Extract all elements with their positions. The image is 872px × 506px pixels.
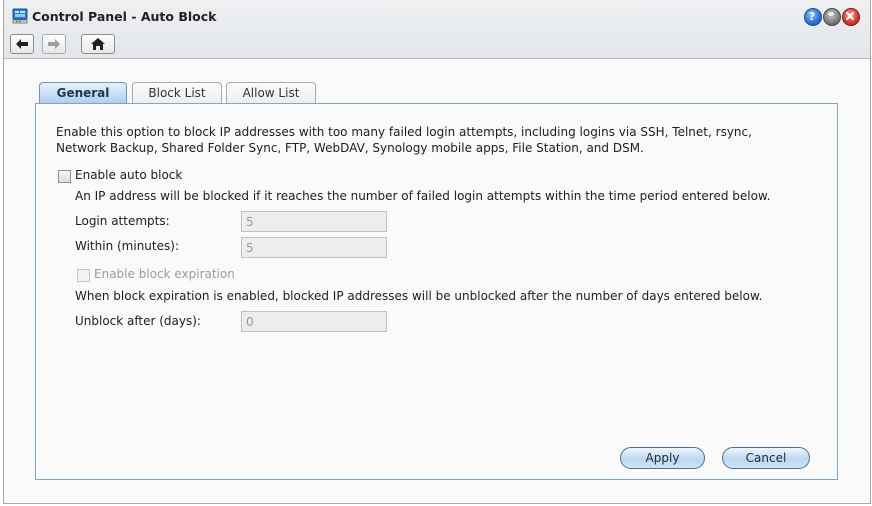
enable-auto-block-checkbox[interactable]	[58, 170, 71, 183]
login-attempts-label: Login attempts:	[75, 214, 170, 228]
window-title: Control Panel - Auto Block	[32, 9, 217, 24]
enable-block-expiration-label[interactable]: Enable block expiration	[94, 267, 235, 281]
unblock-after-days-input[interactable]	[241, 311, 387, 332]
expiration-hint: When block expiration is enabled, blocke…	[75, 289, 763, 303]
arrow-right-icon	[47, 38, 61, 50]
control-panel-icon	[12, 8, 28, 24]
tab-block-list[interactable]: Block List	[132, 82, 222, 104]
minimize-icon[interactable]	[823, 8, 841, 26]
cancel-button[interactable]: Cancel	[722, 447, 810, 469]
within-minutes-input[interactable]	[241, 237, 387, 258]
unblock-after-days-label: Unblock after (days):	[75, 314, 201, 328]
enable-block-expiration-checkbox[interactable]	[77, 269, 90, 282]
general-panel: Enable this option to block IP addresses…	[35, 103, 838, 480]
forward-button[interactable]	[42, 34, 66, 54]
close-icon[interactable]	[842, 8, 860, 26]
help-icon[interactable]: ?	[804, 8, 822, 26]
tab-general[interactable]: General	[39, 82, 127, 105]
enable-auto-block-label[interactable]: Enable auto block	[75, 168, 182, 182]
login-attempts-input[interactable]	[241, 211, 387, 232]
apply-button[interactable]: Apply	[620, 447, 705, 469]
within-minutes-label: Within (minutes):	[75, 239, 179, 253]
back-button[interactable]	[10, 34, 34, 54]
home-icon	[90, 37, 106, 51]
description-line-2: Network Backup, Shared Folder Sync, FTP,…	[56, 141, 644, 155]
title-bar: Control Panel - Auto Block ?	[4, 0, 870, 59]
control-panel-window: Control Panel - Auto Block ? General Blo…	[3, 0, 871, 504]
home-button[interactable]	[81, 34, 115, 54]
description-line-1: Enable this option to block IP addresses…	[56, 125, 752, 139]
tab-allow-list[interactable]: Allow List	[226, 82, 316, 104]
auto-block-hint: An IP address will be blocked if it reac…	[75, 189, 771, 203]
svg-text:?: ?	[809, 10, 815, 23]
arrow-left-icon	[15, 38, 29, 50]
